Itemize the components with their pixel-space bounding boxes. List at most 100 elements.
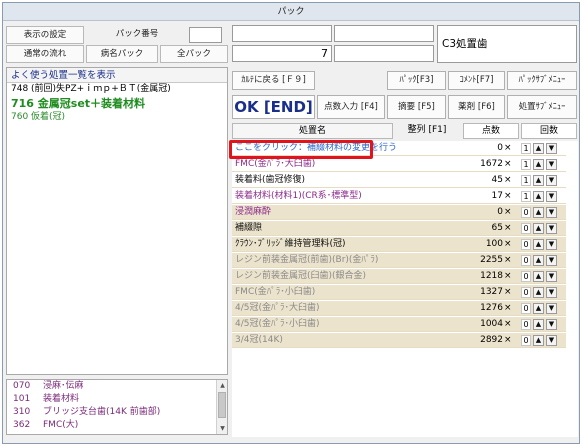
points-value: 17 — [491, 191, 503, 201]
display-settings-button[interactable]: 表示の設定 — [6, 26, 84, 44]
normal-flow-button[interactable]: 通常の流れ — [6, 45, 84, 63]
decrement-icon[interactable]: ▼ — [546, 191, 557, 202]
count-value[interactable]: 1 — [521, 191, 531, 202]
back-to-chart-button[interactable]: ｶﾙﾃに戻る [Ｆ９] — [232, 71, 315, 90]
count-value[interactable]: 0 — [521, 319, 531, 330]
scroll-up-icon[interactable]: ▲ — [218, 381, 227, 390]
top-field-2[interactable] — [334, 25, 434, 42]
times-sign: × — [504, 223, 512, 233]
medicine-f6-button[interactable]: 薬剤 [F6] — [448, 95, 505, 119]
procedure-name[interactable]: レジン前装金属冠(臼歯)(銀合金) — [235, 269, 366, 284]
decrement-icon[interactable]: ▼ — [546, 239, 557, 250]
procedure-submenu-button[interactable]: 処置ｻﾌﾞﾒﾆｭｰ — [507, 95, 577, 119]
increment-icon[interactable]: ▲ — [533, 335, 544, 346]
procedure-name[interactable]: レジン前装金属冠(前歯)(Br)(金ﾊﾟﾗ) — [235, 253, 378, 268]
table-row[interactable]: レジン前装金属冠(前歯)(Br)(金ﾊﾟﾗ) 2255 × 0 ▲ ▼ — [232, 253, 566, 268]
procedure-name[interactable]: FMC(金ﾊﾟﾗ･大臼歯) — [235, 157, 315, 172]
points-value: 1276 — [480, 303, 503, 313]
procedure-name[interactable]: 装着材料(材料1)(CR系･標準型) — [235, 189, 362, 204]
table-row[interactable]: 装着材料(材料1)(CR系･標準型) 17 × 1 ▲ ▼ — [232, 189, 566, 204]
count-value[interactable]: 0 — [521, 303, 531, 314]
count-value[interactable]: 0 — [521, 255, 531, 266]
scroll-thumb[interactable] — [218, 392, 226, 418]
list-item[interactable]: 748 (前回)失PZ+ｉｍｐ+ＢＴ(金属冠) — [7, 83, 227, 96]
procedure-name[interactable]: ｸﾗｳﾝ･ﾌﾞﾘｯｼﾞ維持管理料(冠) — [235, 237, 346, 252]
times-sign: × — [504, 319, 512, 329]
decrement-icon[interactable]: ▼ — [546, 159, 557, 170]
column-header-name: 処置名 — [232, 123, 393, 139]
count-value[interactable]: 0 — [521, 239, 531, 250]
increment-icon[interactable]: ▲ — [533, 303, 544, 314]
table-row[interactable]: 3/4冠(14K) 2892 × 0 ▲ ▼ — [232, 333, 566, 348]
list-item[interactable]: 101 装着材料 — [7, 393, 227, 406]
top-field-4[interactable] — [334, 45, 434, 62]
table-row[interactable]: レジン前装金属冠(臼歯)(銀合金) 1218 × 0 ▲ ▼ — [232, 269, 566, 284]
increment-icon[interactable]: ▲ — [533, 143, 544, 154]
count-value[interactable]: 0 — [521, 271, 531, 282]
count-value[interactable]: 1 — [521, 175, 531, 186]
list-item[interactable]: 716 金属冠set＋装着材料 — [7, 96, 227, 111]
decrement-icon[interactable]: ▼ — [546, 319, 557, 330]
table-row[interactable]: 補綴隙 65 × 0 ▲ ▼ — [232, 221, 566, 236]
decrement-icon[interactable]: ▼ — [546, 175, 557, 186]
decrement-icon[interactable]: ▼ — [546, 271, 557, 282]
table-row[interactable]: FMC(金ﾊﾟﾗ･小臼歯) 1327 × 0 ▲ ▼ — [232, 285, 566, 300]
list-scrollbar[interactable]: ▲ ▼ — [216, 380, 227, 434]
decrement-icon[interactable]: ▼ — [546, 335, 557, 346]
procedure-name[interactable]: 4/5冠(金ﾊﾟﾗ･小臼歯) — [235, 317, 320, 332]
decrement-icon[interactable]: ▼ — [546, 223, 557, 234]
decrement-icon[interactable]: ▼ — [546, 143, 557, 154]
procedure-name[interactable]: 装着料(歯冠修復) — [235, 173, 305, 188]
count-value[interactable]: 0 — [521, 223, 531, 234]
procedure-name[interactable]: 4/5冠(金ﾊﾟﾗ･大臼歯) — [235, 301, 320, 316]
count-value[interactable]: 0 — [521, 335, 531, 346]
increment-icon[interactable]: ▲ — [533, 223, 544, 234]
increment-icon[interactable]: ▲ — [533, 207, 544, 218]
decrement-icon[interactable]: ▼ — [546, 287, 557, 298]
decrement-icon[interactable]: ▼ — [546, 303, 557, 314]
table-row[interactable]: ｸﾗｳﾝ･ﾌﾞﾘｯｼﾞ維持管理料(冠) 100 × 0 ▲ ▼ — [232, 237, 566, 252]
list-item[interactable]: 362 FMC(大) — [7, 419, 227, 432]
decrement-icon[interactable]: ▼ — [546, 255, 557, 266]
ok-end-button[interactable]: OK [END] — [232, 95, 315, 119]
frequent-procedures-toggle[interactable]: よく使う処置一覧を表示 — [7, 68, 227, 83]
increment-icon[interactable]: ▲ — [533, 159, 544, 170]
list-item[interactable]: 070 浸麻･伝麻 — [7, 380, 227, 393]
increment-icon[interactable]: ▲ — [533, 255, 544, 266]
top-field-1[interactable] — [232, 25, 332, 42]
increment-icon[interactable]: ▲ — [533, 271, 544, 282]
pack-submenu-button[interactable]: ﾊﾟｯｸｻﾌﾞﾒﾆｭｰ — [507, 71, 577, 90]
points-input-button[interactable]: 点数入力 [F4] — [317, 95, 385, 119]
count-value[interactable]: 1 — [521, 159, 531, 170]
count-field[interactable]: 7 — [232, 45, 332, 62]
increment-icon[interactable]: ▲ — [533, 287, 544, 298]
increment-icon[interactable]: ▲ — [533, 191, 544, 202]
table-row[interactable]: 4/5冠(金ﾊﾟﾗ･大臼歯) 1276 × 0 ▲ ▼ — [232, 301, 566, 316]
pack-f3-button[interactable]: ﾊﾟｯｸ[F3] — [387, 71, 446, 90]
item-name: 浸麻･伝麻 — [43, 381, 84, 391]
procedure-name[interactable]: FMC(金ﾊﾟﾗ･小臼歯) — [235, 285, 315, 300]
summary-f5-button[interactable]: 摘要 [F5] — [387, 95, 446, 119]
count-value[interactable]: 1 — [521, 143, 531, 154]
scroll-down-icon[interactable]: ▼ — [218, 424, 227, 433]
table-row[interactable]: 装着料(歯冠修復) 45 × 1 ▲ ▼ — [232, 173, 566, 188]
increment-icon[interactable]: ▲ — [533, 175, 544, 186]
procedure-name[interactable]: 浸潤麻酔 — [235, 205, 271, 220]
table-row[interactable]: 浸潤麻酔 0 × 0 ▲ ▼ — [232, 205, 566, 220]
all-pack-button[interactable]: 全パック — [160, 45, 228, 63]
procedure-name[interactable]: 3/4冠(14K) — [235, 333, 283, 348]
procedure-name[interactable]: 補綴隙 — [235, 221, 262, 236]
disease-pack-button[interactable]: 病名パック — [86, 45, 158, 63]
sort-button[interactable]: 整列 [F1] — [395, 123, 459, 139]
table-row[interactable]: FMC(金ﾊﾟﾗ･大臼歯) 1672 × 1 ▲ ▼ — [232, 157, 566, 172]
list-item[interactable]: 760 仮着(冠) — [7, 111, 227, 124]
decrement-icon[interactable]: ▼ — [546, 207, 557, 218]
count-value[interactable]: 0 — [521, 207, 531, 218]
pack-number-input[interactable] — [189, 27, 222, 43]
increment-icon[interactable]: ▲ — [533, 319, 544, 330]
table-row[interactable]: 4/5冠(金ﾊﾟﾗ･小臼歯) 1004 × 0 ▲ ▼ — [232, 317, 566, 332]
count-value[interactable]: 0 — [521, 287, 531, 298]
list-item[interactable]: 310 ブリッジ支台歯(14K 前歯部) — [7, 406, 227, 419]
increment-icon[interactable]: ▲ — [533, 239, 544, 250]
comment-f7-button[interactable]: ｺﾒﾝﾄ[F7] — [448, 71, 505, 90]
